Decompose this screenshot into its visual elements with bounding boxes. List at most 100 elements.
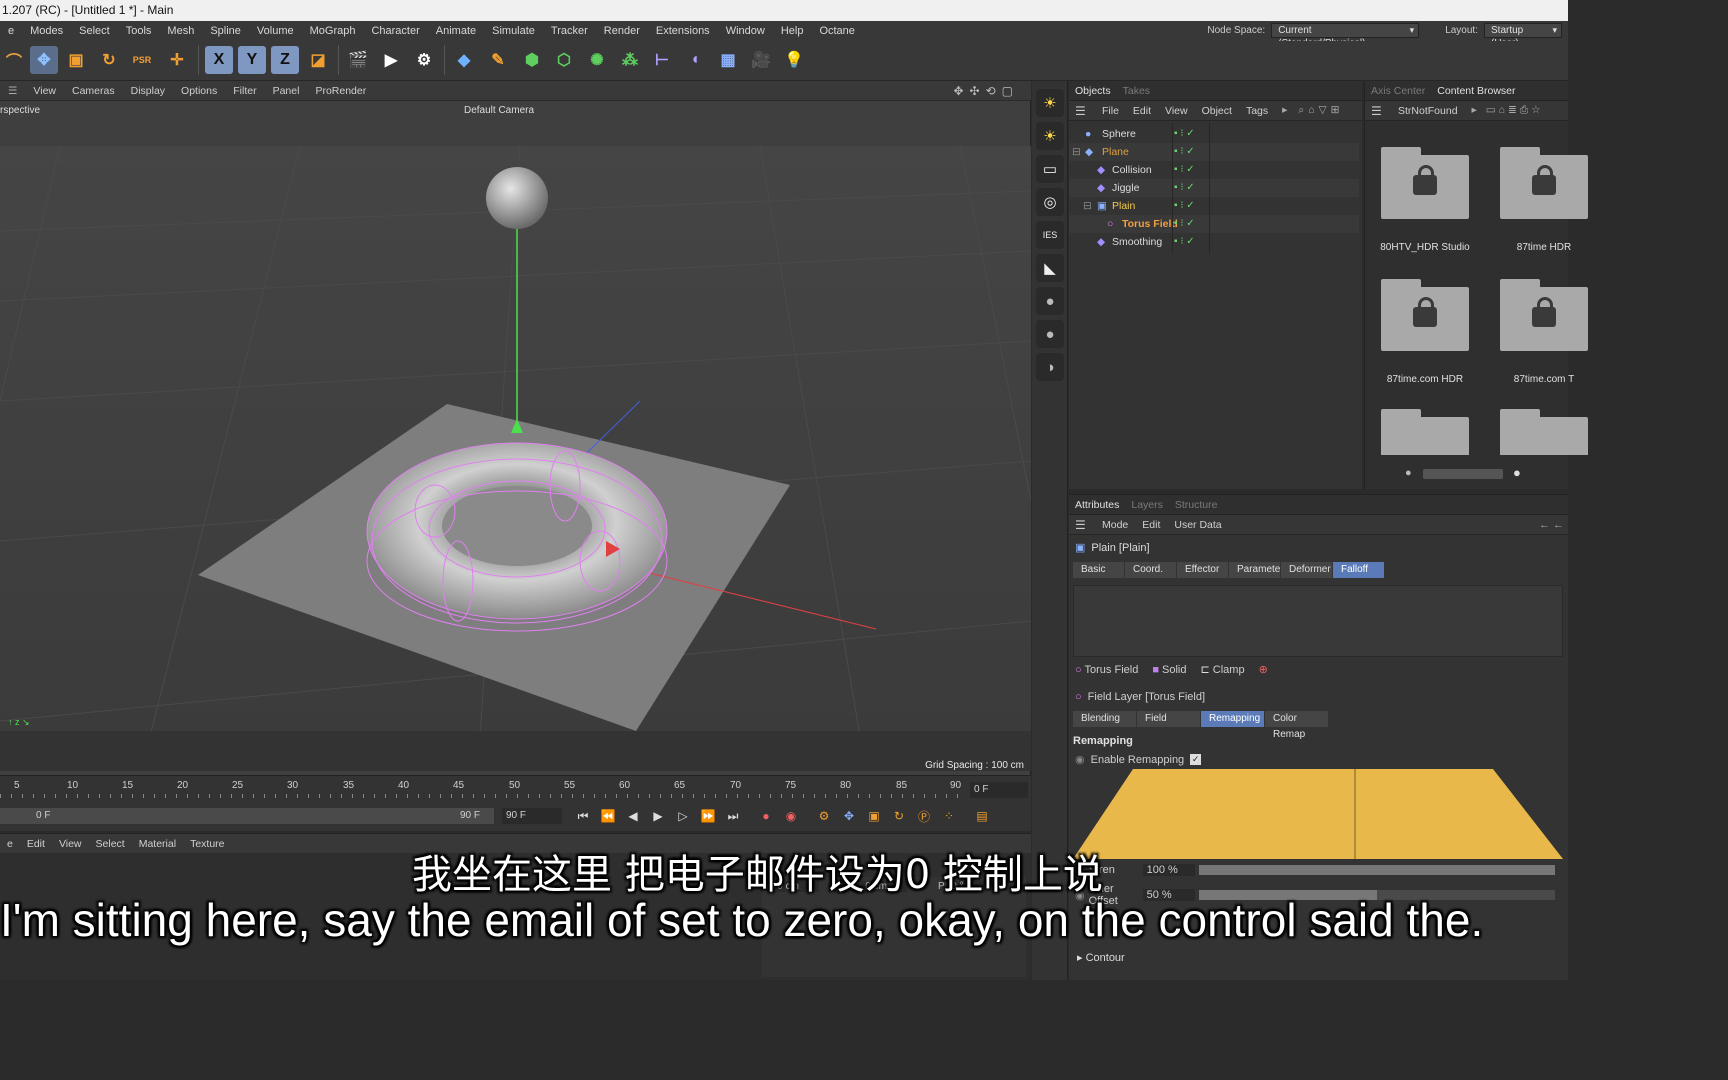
add-tool-icon[interactable]: ✛ bbox=[163, 46, 191, 74]
glossy-material-icon[interactable]: ● bbox=[1036, 320, 1064, 348]
material-menu-file[interactable]: e bbox=[0, 838, 20, 850]
add-field-icon[interactable]: ⊕ bbox=[1259, 663, 1268, 676]
node-space-select[interactable]: Current (Standard/Physical) bbox=[1271, 23, 1420, 49]
spot-light-icon[interactable]: ◣ bbox=[1036, 254, 1064, 282]
back-arrow-icon[interactable]: ← ← bbox=[1539, 519, 1564, 531]
collapse-icon[interactable]: ⊟ bbox=[1083, 200, 1092, 212]
mograph-icon[interactable]: ⁂ bbox=[616, 46, 644, 74]
previous-frame-icon[interactable]: ◀ bbox=[622, 806, 644, 826]
field-list-item[interactable]: ○ Torus Field bbox=[1075, 664, 1138, 676]
position-key-icon[interactable]: ✥ bbox=[838, 806, 860, 826]
enable-remapping-checkbox[interactable]: ✓ bbox=[1190, 754, 1202, 765]
rotation-key-icon[interactable]: ↻ bbox=[888, 806, 910, 826]
render-to-picture-viewer-icon[interactable]: ▶ bbox=[377, 46, 405, 74]
tab-content-browser[interactable]: Content Browser bbox=[1431, 85, 1521, 97]
tab-attributes[interactable]: Attributes bbox=[1069, 499, 1125, 511]
menu-item-spline[interactable]: Spline bbox=[202, 25, 249, 37]
folder-icon[interactable] bbox=[1500, 147, 1588, 219]
render-view-icon[interactable]: 🎬 bbox=[344, 46, 372, 74]
object-row[interactable]: ◆ Smoothing bbox=[1069, 233, 1359, 251]
live-select-icon[interactable]: ⌒ bbox=[0, 46, 28, 74]
object-row[interactable]: ◆ Collision bbox=[1069, 161, 1359, 179]
menu-item-modes[interactable]: Modes bbox=[22, 25, 71, 37]
field-list-area[interactable] bbox=[1073, 585, 1563, 657]
objects-menu-edit[interactable]: Edit bbox=[1126, 105, 1158, 117]
tab-field[interactable]: Field bbox=[1137, 711, 1201, 727]
folder-icon[interactable] bbox=[1381, 409, 1469, 455]
point-level-key-icon[interactable]: ⁘ bbox=[938, 806, 960, 826]
menu-item-mograph[interactable]: MoGraph bbox=[302, 25, 364, 37]
material-menu-edit[interactable]: Edit bbox=[20, 838, 52, 850]
objects-menu-file[interactable]: File bbox=[1095, 105, 1126, 117]
object-row[interactable]: ◆ Jiggle bbox=[1069, 179, 1359, 197]
frame-range-slider[interactable]: 0 F 90 F bbox=[0, 808, 494, 824]
menu-item-extensions[interactable]: Extensions bbox=[648, 25, 718, 37]
render-settings-icon[interactable]: ⚙ bbox=[410, 46, 438, 74]
viewport-menu-view[interactable]: View bbox=[25, 85, 64, 97]
tab-deformer[interactable]: Deformer bbox=[1281, 562, 1333, 578]
tab-structure[interactable]: Structure bbox=[1169, 499, 1224, 511]
folder-icon[interactable] bbox=[1500, 409, 1588, 455]
timeline[interactable]: 5 10 15 20 25 30 35 40 45 50 55 60 65 70… bbox=[0, 775, 1031, 831]
next-frame-icon[interactable]: ▷ bbox=[672, 806, 694, 826]
material-sphere-icon[interactable]: ● bbox=[1036, 287, 1064, 315]
tab-axis-center[interactable]: Axis Center bbox=[1365, 85, 1431, 97]
object-row[interactable]: ⊟ ▣ Plain bbox=[1069, 197, 1359, 215]
menu-item-tracker[interactable]: Tracker bbox=[543, 25, 596, 37]
content-browser-hamburger-icon[interactable]: ☰ bbox=[1371, 104, 1385, 118]
psr-tool-icon[interactable]: PSR bbox=[128, 46, 156, 74]
menu-item-render[interactable]: Render bbox=[596, 25, 648, 37]
strength-input[interactable]: 100 % bbox=[1142, 863, 1195, 876]
3d-viewport[interactable]: ☰ View Cameras Display Options Filter Pa… bbox=[0, 81, 1031, 775]
move-tool-icon[interactable]: ✥ bbox=[30, 46, 58, 74]
tab-parameter[interactable]: Parameter bbox=[1229, 562, 1284, 578]
end-frame-field[interactable]: 90 F bbox=[502, 808, 562, 824]
coordinate-system-icon[interactable]: ◪ bbox=[304, 46, 332, 74]
light-icon[interactable]: 💡 bbox=[780, 46, 808, 74]
viewport-menu-options[interactable]: Options bbox=[173, 85, 225, 97]
layout-select[interactable]: Startup (User) bbox=[1484, 23, 1562, 49]
play-icon[interactable]: ▶ bbox=[647, 806, 669, 826]
tab-remapping[interactable]: Remapping bbox=[1201, 711, 1265, 727]
menu-item-tools[interactable]: Tools bbox=[118, 25, 160, 37]
mix-material-icon[interactable]: ◑ bbox=[1036, 353, 1064, 381]
parameter-key-icon[interactable]: Ⓟ bbox=[913, 806, 935, 826]
material-menu-material[interactable]: Material bbox=[132, 838, 183, 850]
animate-dot-icon[interactable]: ◉ bbox=[1075, 753, 1085, 766]
material-menu-view[interactable]: View bbox=[52, 838, 89, 850]
axis-y-button[interactable]: Y bbox=[238, 46, 266, 74]
folder-icon[interactable] bbox=[1500, 279, 1588, 351]
scale-tool-icon[interactable]: ▣ bbox=[62, 46, 90, 74]
menu-item-select[interactable]: Select bbox=[71, 25, 118, 37]
object-visibility-column[interactable]: ▪ ⁝ ✓ ▪ ⁝ ✓ ▪ ⁝ ✓ ▪ ⁝ ✓ ▪ ⁝ ✓ ▪ ⁝ ✓ ▪ ⁝ ✓ bbox=[1174, 125, 1212, 251]
tab-blending[interactable]: Blending bbox=[1073, 711, 1137, 727]
menu-item-file[interactable]: e bbox=[0, 25, 22, 37]
viewport-menu-display[interactable]: Display bbox=[123, 85, 173, 97]
objects-menu-view[interactable]: View bbox=[1158, 105, 1195, 117]
collapse-icon[interactable]: ⊟ bbox=[1072, 146, 1081, 158]
target-light-icon[interactable]: ◎ bbox=[1036, 188, 1064, 216]
contour-section[interactable]: ▸ Contour bbox=[1077, 951, 1125, 964]
timeline-ruler[interactable]: 5 10 15 20 25 30 35 40 45 50 55 60 65 70… bbox=[0, 778, 1031, 800]
menu-item-mesh[interactable]: Mesh bbox=[159, 25, 202, 37]
content-browser-path[interactable]: StrNotFound bbox=[1391, 105, 1465, 117]
pen-icon[interactable]: ✎ bbox=[484, 46, 512, 74]
folder-icon[interactable] bbox=[1381, 279, 1469, 351]
objects-menu-tags[interactable]: Tags bbox=[1239, 105, 1275, 117]
tab-layers[interactable]: Layers bbox=[1125, 499, 1169, 511]
thumbnail-size-slider[interactable]: ● ● bbox=[1405, 465, 1545, 481]
deformer-icon[interactable]: ⊢ bbox=[648, 46, 676, 74]
menu-item-simulate[interactable]: Simulate bbox=[484, 25, 543, 37]
cube-icon[interactable]: ◆ bbox=[450, 46, 478, 74]
tab-effector[interactable]: Effector bbox=[1177, 562, 1229, 578]
attributes-hamburger-icon[interactable]: ☰ bbox=[1075, 518, 1089, 532]
field-list-item[interactable]: ⊏ Clamp bbox=[1201, 663, 1245, 676]
tab-falloff[interactable]: Falloff bbox=[1333, 562, 1385, 578]
object-row[interactable]: ⊟ ◆ Plane bbox=[1069, 143, 1359, 161]
object-row[interactable]: ○ Torus Field bbox=[1069, 215, 1359, 233]
remap-curve-graph[interactable] bbox=[1073, 769, 1563, 859]
attributes-menu-mode[interactable]: Mode bbox=[1095, 519, 1135, 531]
ies-light-icon[interactable]: IES bbox=[1036, 221, 1064, 249]
floor-icon[interactable]: ▦ bbox=[714, 46, 742, 74]
cloner-icon[interactable]: ✺ bbox=[583, 46, 611, 74]
